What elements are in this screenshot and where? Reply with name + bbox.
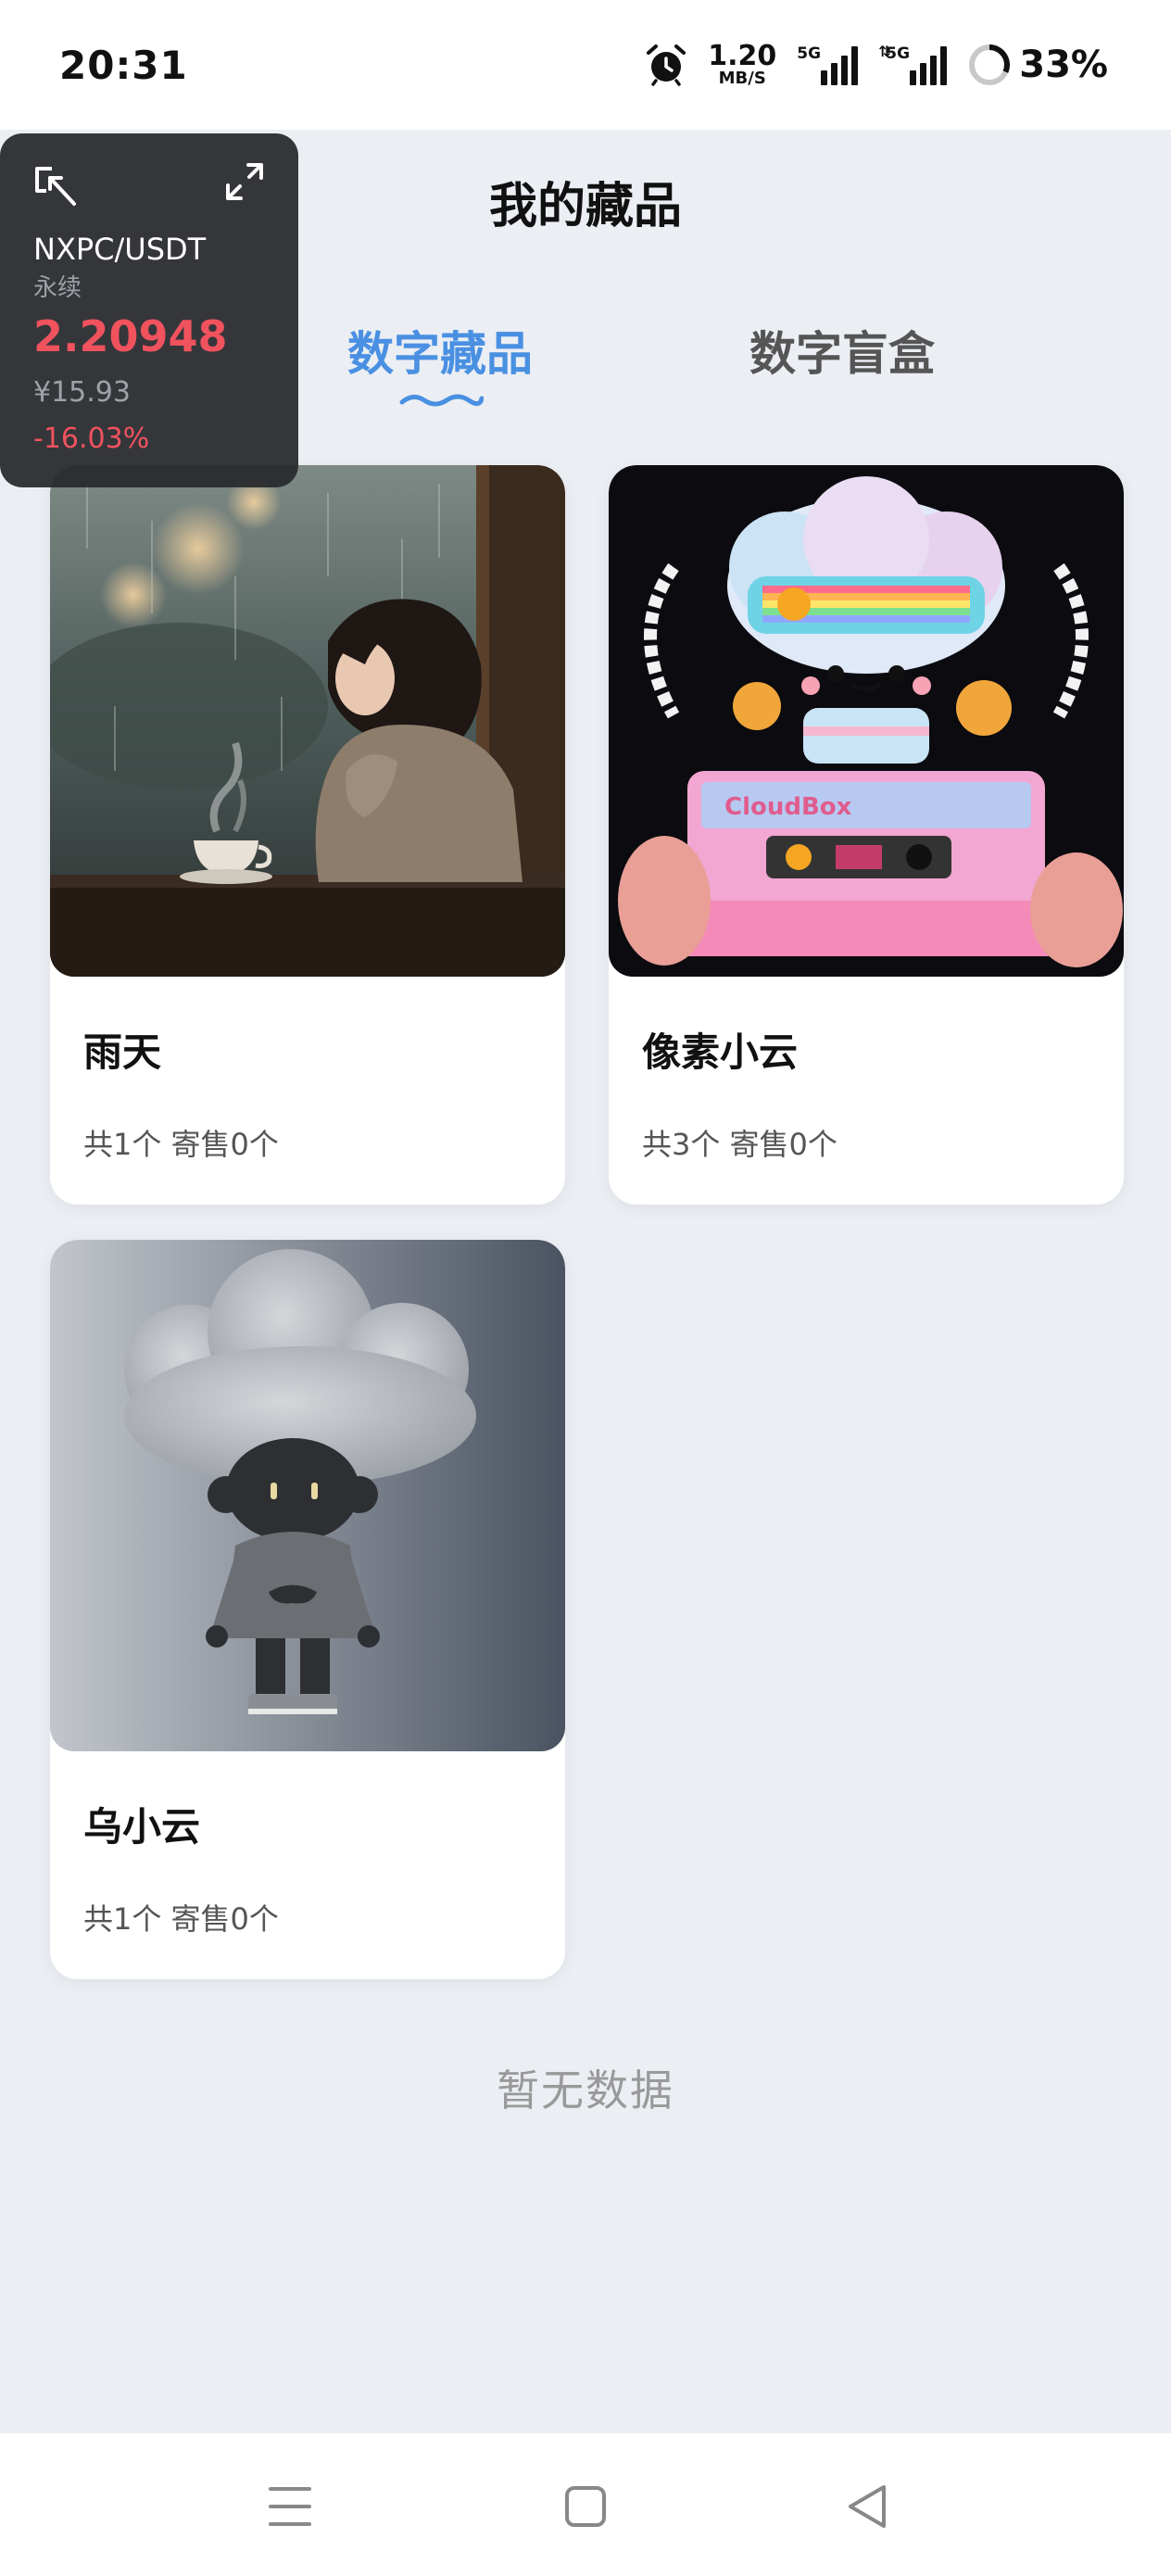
net-speed-value: 1.20 (708, 40, 777, 72)
svg-text:CloudBox: CloudBox (724, 793, 852, 821)
collection-image-dark-cloud[interactable] (50, 1240, 565, 1751)
collection-card[interactable]: 乌小云 共1个 寄售0个 (50, 1240, 565, 1979)
rainy-day-artwork (50, 465, 565, 977)
data-arrows-icon: ⇅ (878, 43, 891, 60)
status-time: 20:31 (59, 42, 188, 88)
system-nav-bar (0, 2433, 1171, 2576)
empty-state-text: 暂无数据 (497, 2065, 674, 2115)
price-ticker-widget[interactable]: NXPC/USDT 永续 2.20948 ¥15.93 -16.03% (0, 133, 298, 487)
collection-name: 雨天 (83, 1029, 162, 1075)
collection-image-rainy-day[interactable] (50, 465, 565, 977)
home-icon[interactable] (553, 2474, 618, 2539)
signal-icon: 5G (797, 44, 859, 85)
collection-meta: 共1个 寄售0个 (83, 1901, 279, 1937)
battery-percent: 33% (1019, 44, 1108, 86)
dark-cloud-artwork (50, 1240, 565, 1751)
menu-icon[interactable] (258, 2474, 322, 2539)
collection-card[interactable]: CloudBox 像素小云 共3个 寄售0个 (609, 465, 1124, 1205)
minimize-icon[interactable] (31, 163, 78, 209)
ticker-fiat-price: ¥15.93 (33, 376, 131, 409)
ticker-price: 2.20948 (33, 311, 228, 361)
ticker-change: -16.03% (33, 423, 150, 455)
status-icons: 1.20 MB/S 5G 5G ⇅ 33% (645, 43, 1108, 87)
signal-label: 5G (797, 44, 822, 63)
tab-digital-collectibles[interactable]: 数字藏品 (343, 317, 537, 384)
ticker-pair: NXPC/USDT (33, 232, 207, 267)
status-bar: 20:31 1.20 MB/S 5G 5G ⇅ 33% (0, 0, 1171, 130)
collection-name: 乌小云 (83, 1804, 201, 1850)
collection-meta: 共3个 寄售0个 (642, 1127, 837, 1162)
net-speed: 1.20 MB/S (708, 43, 776, 87)
screen: 20:31 1.20 MB/S 5G 5G ⇅ 33% 我的藏品 数字藏品 数字… (0, 0, 1171, 2576)
ticker-contract-type: 永续 (33, 274, 82, 302)
battery: 33% (967, 43, 1108, 87)
collection-meta: 共1个 寄售0个 (83, 1127, 279, 1162)
collection-image-pixel-cloud[interactable]: CloudBox (609, 465, 1124, 977)
back-icon[interactable] (836, 2474, 900, 2539)
signal-icon-2: 5G ⇅ (878, 43, 948, 85)
tab-digital-blind-box[interactable]: 数字盲盒 (745, 317, 939, 384)
collection-name: 像素小云 (642, 1029, 799, 1075)
net-speed-unit: MB/S (718, 69, 766, 88)
alarm-icon (647, 44, 686, 86)
collection-card[interactable]: 雨天 共1个 寄售0个 (50, 465, 565, 1205)
tab-indicator (399, 394, 484, 407)
pixel-cloud-artwork: CloudBox (609, 465, 1124, 977)
expand-icon[interactable] (224, 161, 265, 202)
battery-ring-icon (969, 44, 1011, 85)
